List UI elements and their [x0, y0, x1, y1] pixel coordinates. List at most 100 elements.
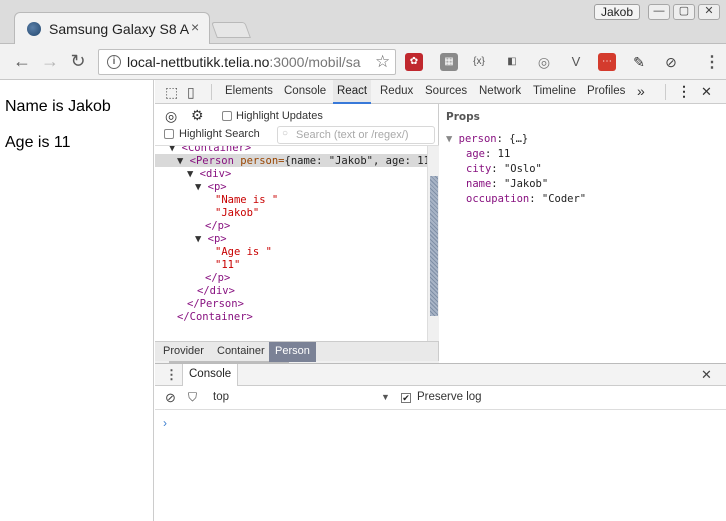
extension-5-icon[interactable]: ◎ [535, 53, 553, 71]
prop-row[interactable]: name: "Jakob" [466, 177, 548, 192]
prop-row[interactable]: occupation: "Coder" [466, 192, 586, 207]
tree-text-jakob[interactable]: "Jakob" [215, 207, 259, 220]
devtools-menu-icon[interactable]: ⋮ [677, 83, 691, 100]
minimize-button[interactable]: — [648, 4, 670, 20]
highlight-search-checkbox[interactable] [164, 129, 174, 139]
tab-console[interactable]: Console [284, 85, 326, 97]
tree-row-p1[interactable]: ▼ <p> [195, 181, 227, 194]
close-window-button[interactable]: ✕ [698, 4, 720, 20]
tree-row-p2-close[interactable]: </p> [205, 272, 230, 285]
extension-3-icon[interactable]: {x} [470, 53, 488, 71]
browser-tab[interactable]: Samsung Galaxy S8 A × [14, 12, 210, 44]
clear-console-icon[interactable]: ⊘ [165, 390, 176, 406]
age-paragraph: Age is 11 [5, 134, 71, 151]
breadcrumb-container[interactable]: Container [217, 345, 265, 357]
extension-6-icon[interactable]: V [567, 53, 585, 71]
preserve-log-label: Preserve log [417, 391, 482, 403]
url-host: local-nettbutikk.telia.no [127, 54, 270, 70]
search-icon: ○ [282, 128, 289, 139]
tree-row-p1-close[interactable]: </p> [205, 220, 230, 233]
tree-text-eleven[interactable]: "11" [215, 259, 240, 272]
p-tag: <p> [207, 181, 227, 193]
tree-row-container-close[interactable]: </Container> [177, 311, 253, 324]
extension-2-icon[interactable]: ▦ [440, 53, 458, 71]
tab-network[interactable]: Network [479, 85, 521, 97]
console-prompt[interactable]: › [163, 416, 167, 430]
forward-button[interactable]: → [40, 51, 60, 72]
breadcrumb-provider[interactable]: Provider [163, 345, 204, 357]
browser-menu-icon[interactable]: ⋮ [704, 52, 720, 72]
info-icon[interactable]: i [107, 55, 121, 69]
url-text[interactable]: local-nettbutikk.telia.no:3000/mobil/sa [127, 54, 369, 70]
address-bar[interactable]: i local-nettbutikk.telia.no:3000/mobil/s… [98, 49, 396, 75]
context-dropdown-icon[interactable]: ▼ [381, 392, 390, 402]
tab-close-icon[interactable]: × [191, 19, 199, 35]
new-tab-button[interactable] [211, 22, 251, 38]
maximize-button[interactable]: ▢ [673, 4, 695, 20]
bookmark-star-icon[interactable]: ☆ [375, 52, 390, 72]
tree-row-person[interactable]: ▼ <Person person={name: "Jakob", age: 11… [177, 155, 427, 168]
extension-7-icon[interactable]: ⋯ [598, 53, 616, 71]
extension-8-icon[interactable]: ✎ [630, 53, 648, 71]
favicon-icon [27, 22, 41, 36]
profile-button[interactable]: Jakob [594, 4, 640, 20]
tab-timeline[interactable]: Timeline [533, 85, 576, 97]
highlight-updates-checkbox[interactable] [222, 111, 232, 121]
extension-1-icon[interactable]: ✿ [405, 53, 423, 71]
tab-profiles[interactable]: Profiles [587, 85, 625, 97]
drawer-menu-icon[interactable]: ⋮ [165, 367, 178, 383]
extension-9-icon[interactable]: ⊘ [662, 53, 680, 71]
console-drawer: ⋮ Console ✕ ⊘ ⛉ top ▼ ✔ Preserve log › [155, 363, 726, 521]
reload-button[interactable]: ↻ [68, 51, 88, 72]
person-tag: <Person [189, 155, 234, 167]
devtools-close-icon[interactable]: ✕ [701, 84, 712, 100]
tree-row-div[interactable]: ▼ <div> [187, 168, 231, 181]
component-tree[interactable]: ▼ <Container> ▼ <Person person={name: "J… [155, 146, 427, 352]
prop-value: "Oslo" [503, 163, 542, 175]
tree-text-age[interactable]: "Age is " [215, 246, 272, 259]
tree-vertical-scrollbar[interactable] [427, 146, 439, 352]
prop-row[interactable]: city: "Oslo" [466, 162, 542, 177]
search-placeholder: Search (text or /regex/) [296, 129, 409, 141]
preserve-log-checkbox[interactable]: ✔ [401, 393, 411, 403]
url-path: :3000/mobil/sa [269, 54, 361, 70]
page-viewport: Name is Jakob Age is 11 [0, 80, 154, 521]
select-component-icon[interactable]: ◎ [165, 108, 177, 125]
prop-key: occupation [466, 193, 530, 205]
prop-value: "Coder" [541, 193, 587, 205]
tree-text-name[interactable]: "Name is " [215, 194, 278, 207]
tree-row-container[interactable]: ▼ <Container> [169, 146, 251, 155]
container-tag: <Container> [181, 146, 252, 154]
filter-icon[interactable]: ⛉ [188, 390, 197, 405]
divider [665, 84, 666, 100]
prop-summary: {…} [509, 133, 529, 145]
highlight-search-label: Highlight Search [179, 128, 260, 140]
prop-key: city [466, 163, 492, 175]
tab-redux[interactable]: Redux [380, 85, 413, 97]
prop-person-row[interactable]: ▼ person: {…} [446, 132, 528, 147]
prop-row[interactable]: age: 11 [466, 147, 510, 162]
back-button[interactable]: ← [12, 51, 32, 72]
drawer-tab-console[interactable]: Console [182, 364, 239, 386]
tab-sources[interactable]: Sources [425, 85, 467, 97]
more-tabs-icon[interactable]: » [637, 83, 645, 99]
context-select[interactable]: top [213, 391, 229, 403]
device-toolbar-icon[interactable]: ▯ [187, 84, 195, 101]
inspect-element-icon[interactable]: ⬚ [165, 84, 178, 101]
name-paragraph: Name is Jakob [5, 98, 111, 115]
person-value: {name: "Jakob", age: 11, [284, 155, 428, 167]
tab-react[interactable]: React [333, 80, 372, 104]
props-title: Props [446, 111, 480, 123]
tree-row-p2[interactable]: ▼ <p> [195, 233, 227, 246]
tree-row-person-close[interactable]: </Person> [187, 298, 244, 311]
tree-search-input[interactable]: ○ Search (text or /regex/) [277, 126, 435, 144]
extension-4-icon[interactable]: ◧ [503, 53, 521, 71]
tab-title: Samsung Galaxy S8 A [49, 21, 189, 37]
prop-key: name [466, 178, 492, 190]
tab-elements[interactable]: Elements [225, 85, 273, 97]
vertical-scroll-thumb[interactable] [430, 176, 438, 316]
settings-gear-icon[interactable]: ⚙ [191, 107, 204, 124]
drawer-close-icon[interactable]: ✕ [701, 367, 712, 383]
tree-row-div-close[interactable]: </div> [197, 285, 235, 298]
breadcrumb-person[interactable]: Person [269, 342, 316, 362]
